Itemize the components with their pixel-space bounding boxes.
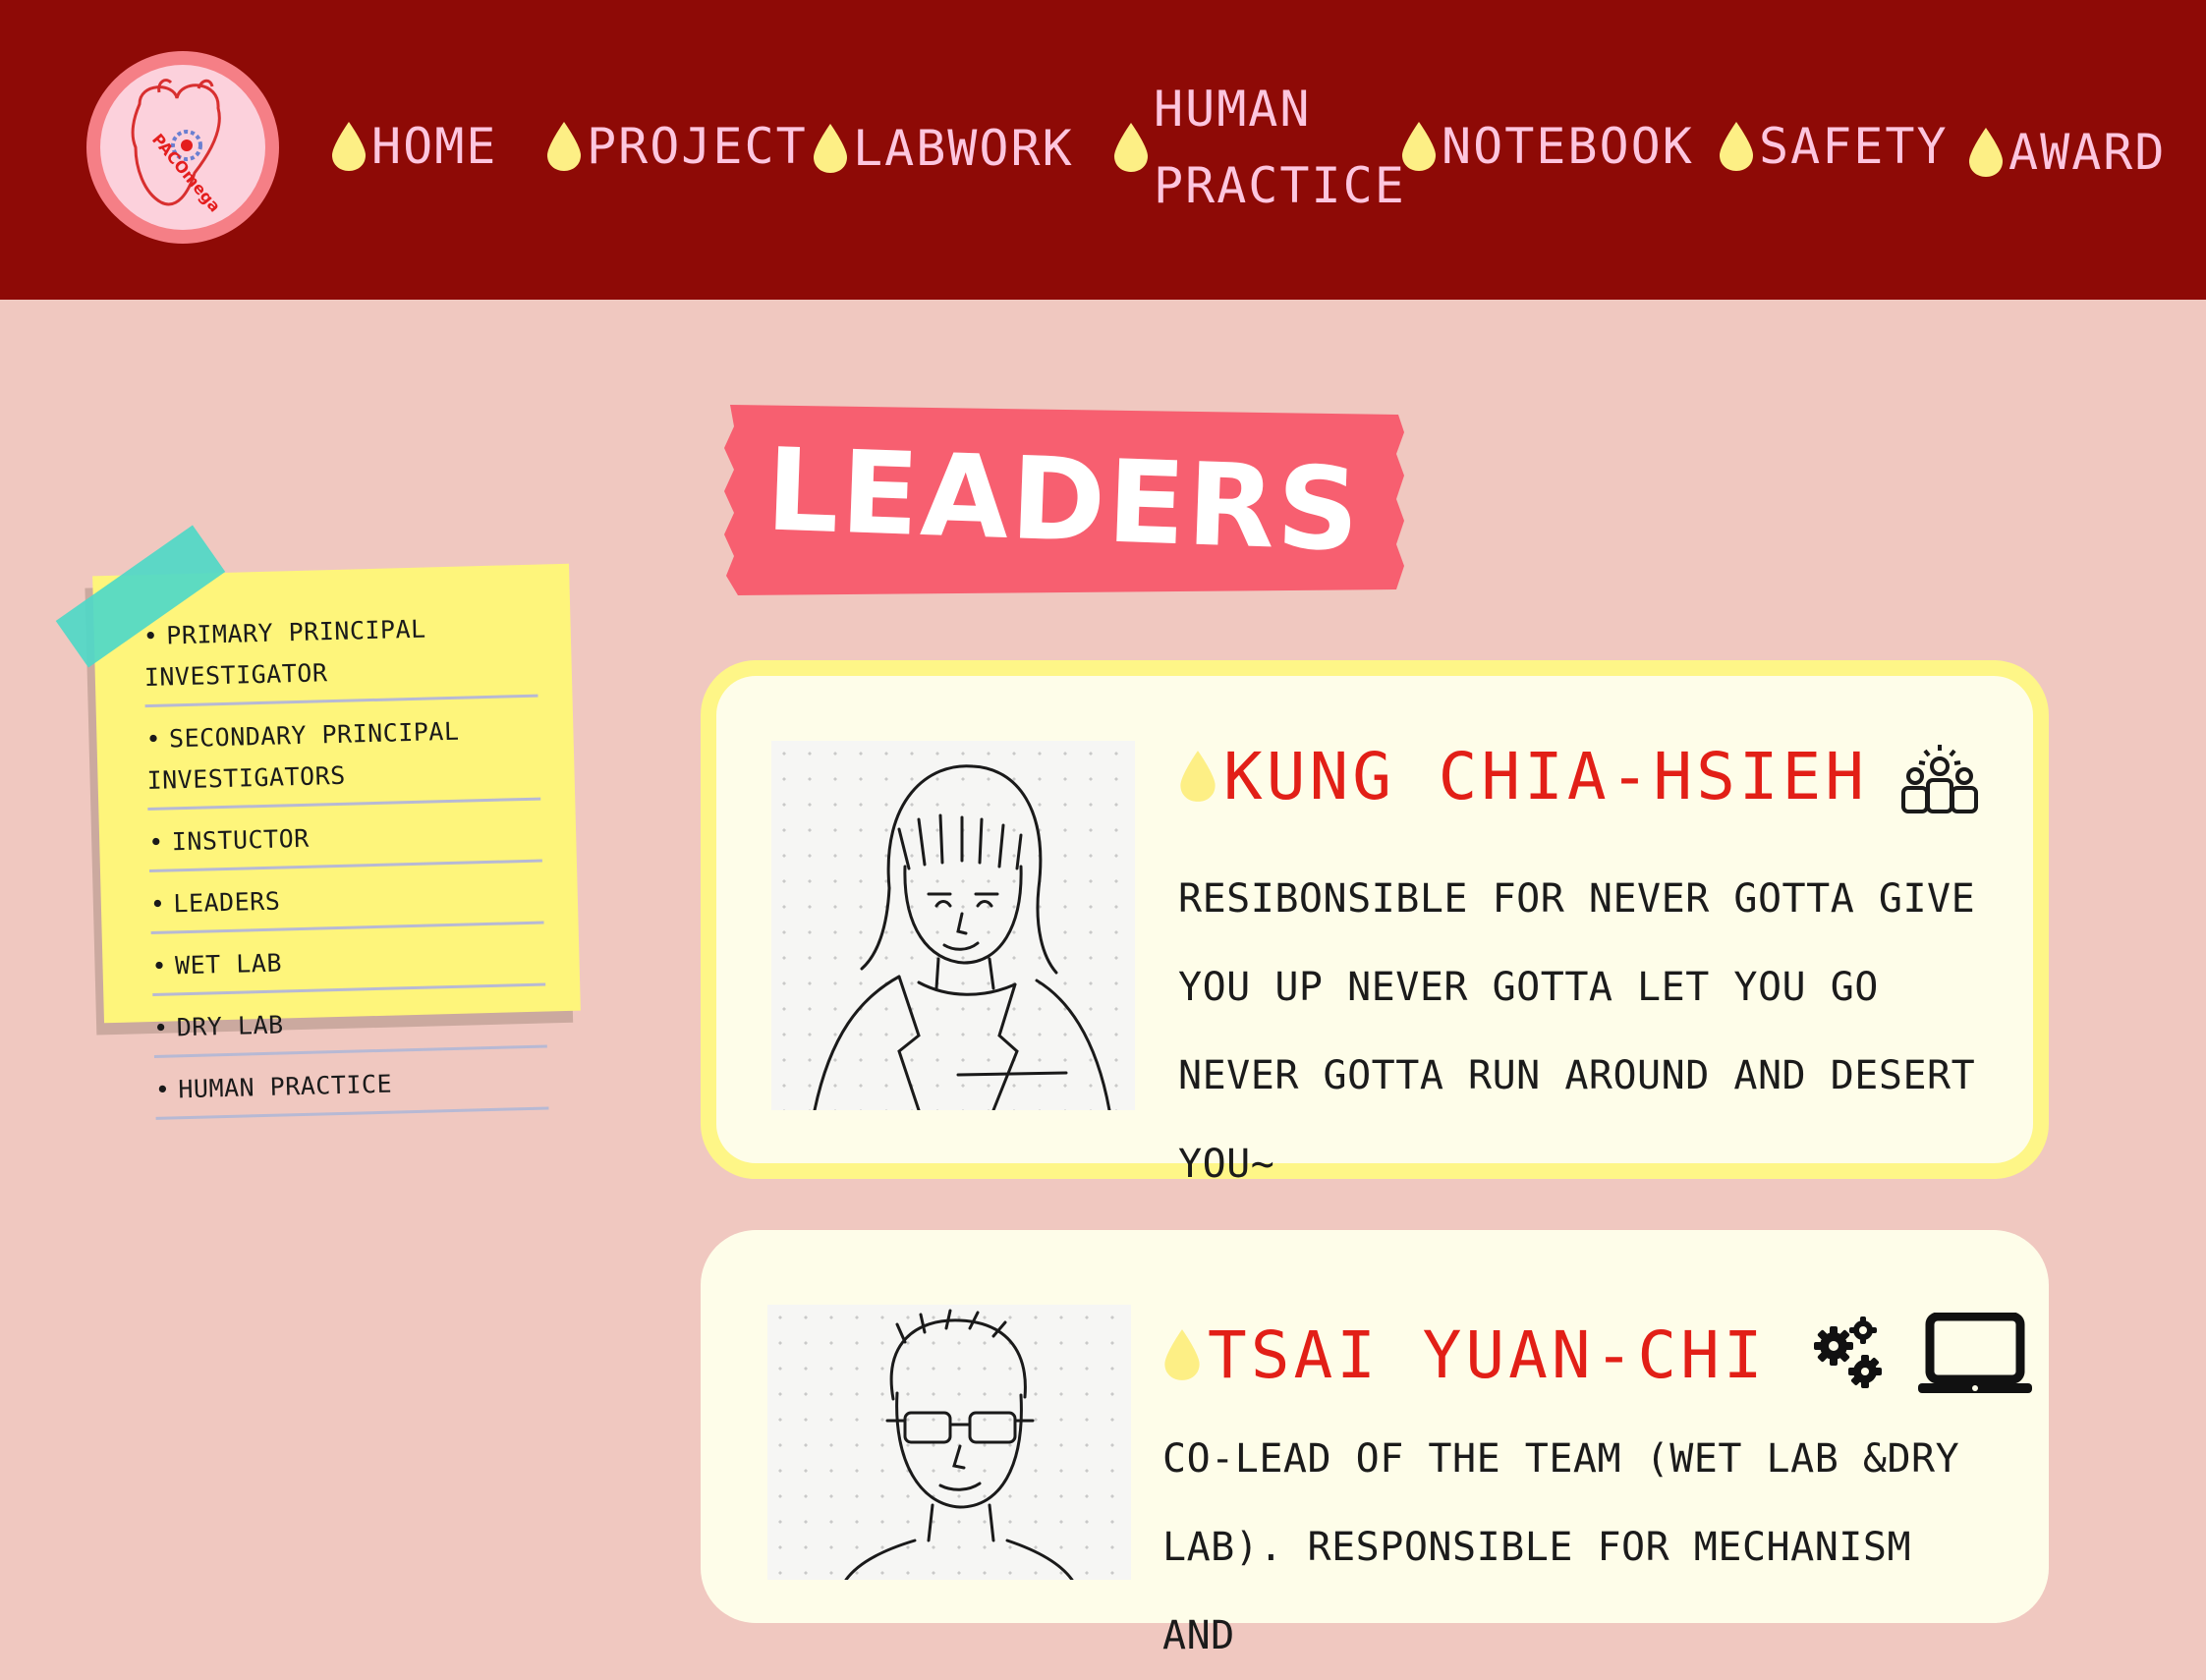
sidebar-item-label: SECONDARY PRINCIPAL INVESTIGATORS xyxy=(146,716,460,796)
member-card: KUNG CHIA-HSIEH RESIBONSIBLE FOR NEVER G… xyxy=(701,660,2049,1187)
logo-badge: PACOmega xyxy=(100,65,265,230)
portrait-sketch-icon xyxy=(813,764,1111,1112)
nav-home[interactable]: HOME xyxy=(330,118,497,175)
nav-safety-label: SAFETY xyxy=(1759,118,1949,175)
laptop-icon xyxy=(1917,1313,2032,1393)
nav-home-label: HOME xyxy=(371,118,498,175)
nav-notebook[interactable]: NOTEBOOK xyxy=(1400,118,1694,175)
member-card: TSAI YUAN-CHI CO-LEAD OF THE TEAM (WET L… xyxy=(701,1230,2049,1658)
droplet-icon xyxy=(547,122,581,171)
sidebar-item-secondary-pi[interactable]: • SECONDARY PRINCIPAL INVESTIGATORS xyxy=(144,697,541,812)
droplet-icon xyxy=(1164,1329,1200,1380)
droplet-icon xyxy=(1114,123,1148,172)
droplet-icon xyxy=(1180,751,1216,802)
nav-safety[interactable]: SAFETY xyxy=(1718,118,1949,175)
portrait-sketch-icon xyxy=(844,1309,1074,1582)
member-portrait xyxy=(771,741,1135,1112)
sidebar-item-label: HUMAN PRACTICE xyxy=(178,1069,393,1104)
sidebar-item-label: DRY LAB xyxy=(176,1010,284,1042)
member-description: CO-LEAD OF THE TEAM (WET LAB &DRY LAB). … xyxy=(1162,1436,1960,1658)
droplet-icon xyxy=(1402,122,1436,171)
droplet-icon xyxy=(1969,128,2003,177)
member-description: RESIBONSIBLE FOR NEVER GOTTA GIVE YOU UP… xyxy=(1178,876,1976,1187)
sidebar-item-leaders[interactable]: • LEADERS xyxy=(149,862,544,934)
member-name: TSAI YUAN-CHI xyxy=(1208,1316,1767,1393)
member-name: KUNG CHIA-HSIEH xyxy=(1223,738,1869,814)
sidebar-item-label: LEADERS xyxy=(173,886,281,919)
nav-human-practice-line2: PRACTICE xyxy=(1154,157,1406,214)
nav-human-practice[interactable]: HUMAN PRACTICE xyxy=(1112,71,1406,224)
nav-project[interactable]: PROJECT xyxy=(545,118,808,175)
team-leader-icon xyxy=(1901,745,1979,813)
nav-award[interactable]: AWARD xyxy=(1967,124,2167,181)
site-logo[interactable]: PACOmega xyxy=(86,51,279,244)
nav-notebook-label: NOTEBOOK xyxy=(1442,118,1694,175)
droplet-icon xyxy=(1720,122,1753,171)
top-navigation-bar: PACOmega HOME PROJECT LABWORK HUMAN PRAC… xyxy=(0,0,2206,300)
nav-project-label: PROJECT xyxy=(587,118,808,175)
nav-award-label: AWARD xyxy=(2008,124,2167,181)
sidebar-item-label: PRIMARY PRINCIPAL INVESTIGATOR xyxy=(143,614,426,693)
droplet-icon xyxy=(332,122,366,171)
member-name-row: KUNG CHIA-HSIEH xyxy=(1178,737,1984,815)
droplet-icon xyxy=(814,124,847,173)
sidebar-list: • PRIMARY PRINCIPAL INVESTIGATOR • SECONDA… xyxy=(141,593,549,1120)
sidebar-item-label: WET LAB xyxy=(174,948,283,980)
gears-icon xyxy=(1813,1316,1882,1388)
sidebar-item-primary-pi[interactable]: • PRIMARY PRINCIPAL INVESTIGATOR xyxy=(141,593,538,708)
page-title: LEADERS xyxy=(764,422,1364,578)
sidebar-item-dry-lab[interactable]: • DRY LAB xyxy=(152,985,547,1058)
member-portrait xyxy=(767,1305,1131,1582)
sidebar-item-instructor[interactable]: • INSTUCTOR xyxy=(147,800,542,873)
sidebar-item-label: INSTUCTOR xyxy=(171,823,311,857)
nav-human-practice-line1: HUMAN xyxy=(1154,81,1312,138)
sidebar-item-human-practice[interactable]: • HUMAN PRACTICE xyxy=(153,1047,549,1120)
section-banner: LEADERS xyxy=(722,403,1405,597)
sidebar-item-wet-lab[interactable]: • WET LAB xyxy=(150,924,546,996)
nav-labwork[interactable]: LABWORK xyxy=(812,120,1074,177)
member-name-row: TSAI YUAN-CHI xyxy=(1162,1313,2034,1397)
nav-labwork-label: LABWORK xyxy=(853,120,1074,177)
heart-gear-logo-icon: PACOmega xyxy=(131,79,224,215)
sidebar-sticky-note: • PRIMARY PRINCIPAL INVESTIGATOR • SECONDA… xyxy=(92,563,581,1120)
